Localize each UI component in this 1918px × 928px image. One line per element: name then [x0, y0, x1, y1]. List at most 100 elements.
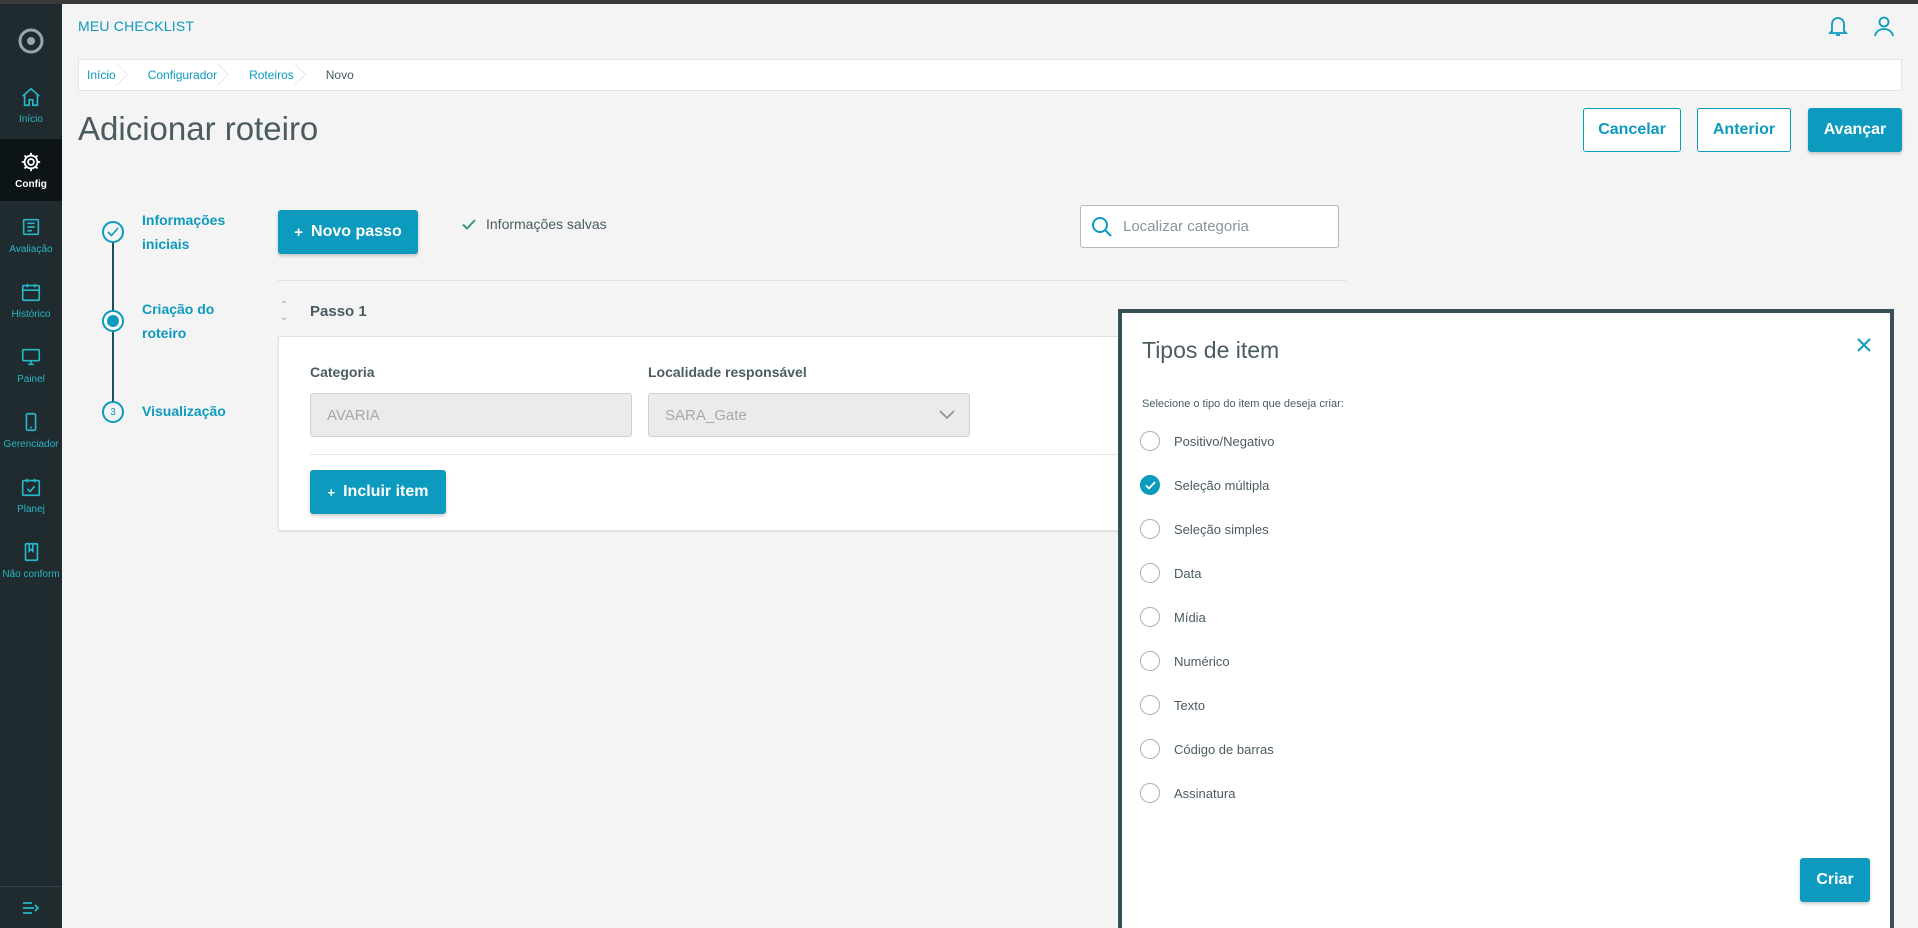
- modal-title: Tipos de item: [1142, 337, 1280, 363]
- cancel-button[interactable]: Cancelar: [1583, 108, 1681, 152]
- profile-button[interactable]: [1872, 14, 1896, 38]
- radio-button[interactable]: [1140, 739, 1160, 759]
- breadcrumb-roteiros[interactable]: Roteiros: [231, 59, 308, 91]
- book-icon: [24, 542, 39, 561]
- breadcrumb: Início Configurador Roteiros Novo: [78, 59, 1902, 91]
- radio-label: Seleção simples: [1174, 521, 1269, 537]
- radio-button[interactable]: [1140, 563, 1160, 583]
- sidebar-item-label: Início: [19, 113, 43, 125]
- include-item-label: Incluir item: [343, 483, 429, 500]
- new-step-button[interactable]: + Novo passo: [278, 210, 418, 254]
- window-top-border: [0, 0, 1918, 4]
- evaluation-icon: [22, 218, 40, 235]
- location-label: Localidade responsável: [648, 364, 807, 380]
- sidebar-item-planej[interactable]: Planej: [0, 464, 62, 526]
- category-search-input[interactable]: [1123, 218, 1323, 235]
- step-title: Passo 1: [310, 303, 367, 320]
- radio-selecao-multipla[interactable]: Seleção múltipla: [1140, 475, 1269, 495]
- sidebar-item-config[interactable]: Config: [0, 139, 62, 201]
- sidebar-item-painel[interactable]: Painel: [0, 334, 62, 396]
- radio-button[interactable]: [1140, 519, 1160, 539]
- breadcrumb-configurador[interactable]: Configurador: [130, 59, 231, 91]
- home-icon: [22, 87, 40, 106]
- breadcrumb-inicio[interactable]: Início: [79, 59, 130, 91]
- plus-icon: +: [327, 484, 336, 500]
- new-step-label: Novo passo: [311, 223, 402, 240]
- step-2-indicator[interactable]: [102, 310, 124, 332]
- calendar-icon: [21, 283, 41, 301]
- step-3-label-line1: Visualização: [142, 403, 226, 419]
- logo-icon: [18, 28, 44, 54]
- sidebar-item-gerenciador[interactable]: Gerenciador: [0, 399, 62, 461]
- user-icon: [1874, 16, 1894, 37]
- radio-label: Código de barras: [1174, 741, 1274, 757]
- step-3-label[interactable]: Visualização: [142, 399, 226, 423]
- radio-label: Data: [1174, 565, 1202, 581]
- radio-button[interactable]: [1140, 695, 1160, 715]
- radio-positivo-negativo[interactable]: Positivo/Negativo: [1140, 431, 1274, 451]
- radio-midia[interactable]: Mídia: [1140, 607, 1206, 627]
- sidebar-expand-button[interactable]: [0, 886, 62, 928]
- sidebar-item-label: Planej: [17, 503, 45, 515]
- save-status-text: Informações salvas: [486, 216, 607, 232]
- breadcrumb-novo: Novo: [325, 68, 354, 82]
- radio-button[interactable]: [1140, 431, 1160, 451]
- step-reorder-arrows[interactable]: ⌃ ⌄: [280, 300, 288, 324]
- sidebar-item-avaliacao[interactable]: Avaliação: [0, 204, 62, 266]
- section-divider: [278, 280, 1346, 281]
- category-label: Categoria: [310, 364, 375, 380]
- step-1-label[interactable]: Informações iniciais: [142, 208, 225, 256]
- category-field: AVARIA: [310, 393, 632, 437]
- radio-button[interactable]: [1140, 783, 1160, 803]
- expand-menu-icon: [23, 901, 40, 914]
- chevron-up-icon[interactable]: ⌃: [280, 300, 288, 312]
- next-button[interactable]: Avançar: [1808, 108, 1902, 152]
- sidebar-item-historico[interactable]: Histórico: [0, 269, 62, 331]
- plus-icon: +: [294, 223, 304, 241]
- chevron-down-icon: [939, 410, 955, 420]
- radio-label: Numérico: [1174, 653, 1230, 669]
- modal-subtitle: Selecione o tipo do item que deseja cria…: [1142, 398, 1344, 410]
- radio-codigo-de-barras[interactable]: Código de barras: [1140, 739, 1274, 759]
- sidebar-item-label: Não conform: [2, 568, 60, 580]
- step-2-label[interactable]: Criação do roteiro: [142, 297, 214, 345]
- step-3-indicator[interactable]: 3: [102, 401, 124, 423]
- radio-label: Mídia: [1174, 609, 1206, 625]
- search-icon: [1092, 216, 1112, 237]
- gear-icon: [21, 152, 41, 171]
- sidebar-item-label: Histórico: [11, 308, 51, 320]
- previous-button[interactable]: Anterior: [1697, 108, 1791, 152]
- chevron-down-icon[interactable]: ⌄: [280, 312, 288, 324]
- sidebar-item-inicio[interactable]: Início: [0, 74, 62, 136]
- step-1-indicator[interactable]: [102, 221, 124, 243]
- radio-button[interactable]: [1140, 475, 1160, 495]
- radio-assinatura[interactable]: Assinatura: [1140, 783, 1235, 803]
- close-button[interactable]: [1856, 337, 1872, 358]
- category-search[interactable]: [1080, 205, 1339, 248]
- radio-button[interactable]: [1140, 651, 1160, 671]
- app-logo[interactable]: [0, 16, 62, 66]
- radio-data[interactable]: Data: [1140, 563, 1201, 583]
- radio-numerico[interactable]: Numérico: [1140, 651, 1230, 671]
- radio-label: Seleção múltipla: [1174, 477, 1270, 493]
- radio-texto[interactable]: Texto: [1140, 695, 1205, 715]
- radio-button[interactable]: [1140, 607, 1160, 627]
- radio-label: Positivo/Negativo: [1174, 433, 1275, 449]
- close-icon: [1857, 338, 1871, 352]
- step-1-label-line1: Informações: [142, 212, 226, 228]
- page-title: Adicionar roteiro: [78, 110, 319, 147]
- mobile-icon: [25, 412, 37, 431]
- create-button[interactable]: Criar: [1800, 858, 1870, 902]
- sidebar-item-nao-conform[interactable]: Não conform: [0, 529, 62, 591]
- check-icon: [107, 227, 119, 237]
- include-item-button[interactable]: + Incluir item: [310, 470, 446, 514]
- radio-selecao-simples[interactable]: Seleção simples: [1140, 519, 1269, 539]
- radio-label: Texto: [1174, 697, 1206, 713]
- sidebar-item-label: Config: [15, 178, 47, 190]
- sidebar-item-label: Gerenciador: [3, 438, 59, 450]
- item-type-modal: Tipos de item Selecione o tipo do item q…: [1118, 309, 1894, 928]
- notifications-button[interactable]: [1826, 14, 1850, 38]
- app-title: MEU CHECKLIST: [78, 18, 195, 34]
- monitor-icon: [21, 348, 41, 365]
- location-value: SARA_Gate: [665, 406, 747, 424]
